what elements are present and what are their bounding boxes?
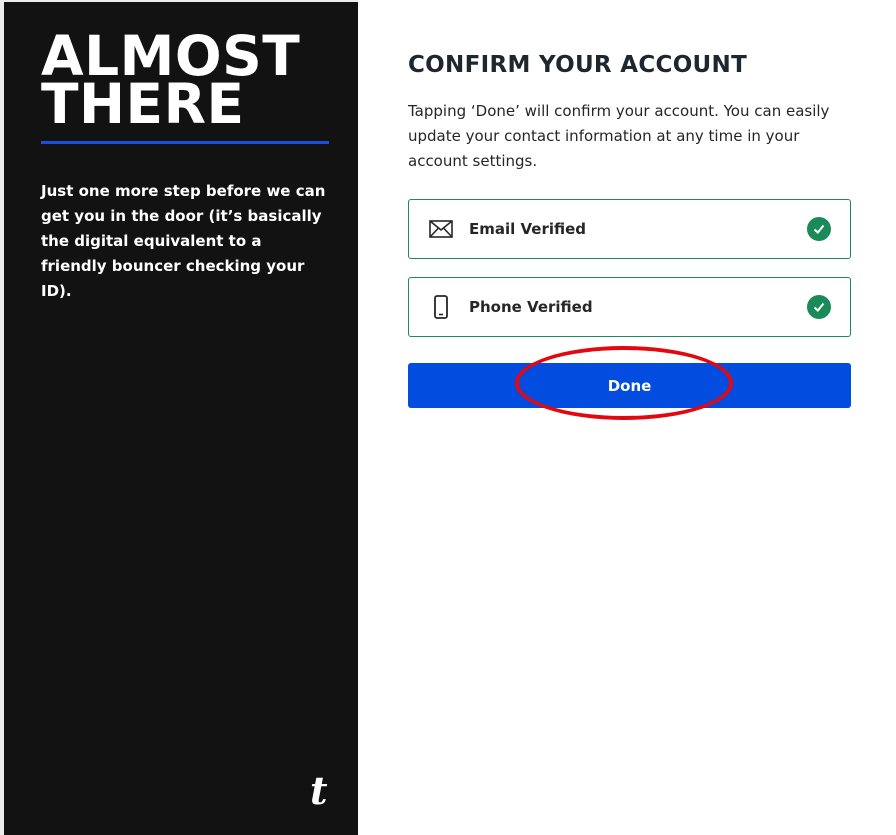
email-verified-card: Email Verified <box>408 199 851 259</box>
brand-logo: t <box>310 768 328 813</box>
done-button[interactable]: Done <box>408 363 851 408</box>
envelope-icon <box>428 216 454 242</box>
email-verified-label: Email Verified <box>469 220 587 238</box>
page-title: CONFIRM YOUR ACCOUNT <box>408 52 748 78</box>
page: ALMOST THERE Just one more step before w… <box>0 0 896 835</box>
phone-verified-card: Phone Verified <box>408 277 851 337</box>
sidebar-description: Just one more step before we can get you… <box>41 182 326 300</box>
headline: ALMOST THERE <box>41 29 300 132</box>
sidebar-panel: ALMOST THERE Just one more step before w… <box>0 0 358 835</box>
check-circle-icon <box>807 217 831 241</box>
page-description: Tapping ‘Done’ will confirm your account… <box>408 102 830 170</box>
phone-icon <box>428 294 454 320</box>
check-circle-icon <box>807 295 831 319</box>
headline-divider <box>41 141 329 144</box>
phone-verified-label: Phone Verified <box>469 298 593 316</box>
